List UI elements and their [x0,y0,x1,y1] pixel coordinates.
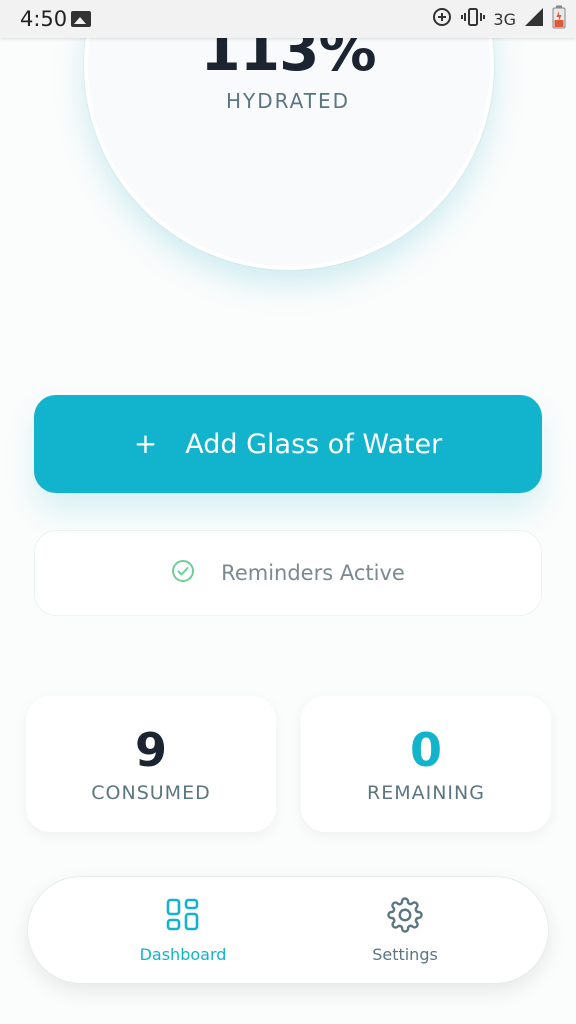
status-bar: 4:50 3G [0,0,576,38]
nav-item-dashboard[interactable]: Dashboard [108,897,258,964]
remaining-value: 0 [409,723,442,777]
check-circle-icon [171,559,195,587]
hydration-status-label: HYDRATED [225,89,351,113]
app-screen: 4:50 3G 113% HYDRATED + Add Glass of Wat… [0,0,576,1024]
bottom-nav: Dashboard Settings [27,876,549,984]
gear-icon [387,897,423,933]
network-type: 3G [493,9,516,29]
plus-icon: + [133,427,158,460]
image-icon [71,11,91,27]
reminders-label: Reminders Active [221,561,405,585]
remaining-card: 0 REMAINING [301,696,551,832]
consumed-label: CONSUMED [91,782,211,804]
nav-item-settings[interactable]: Settings [330,897,480,964]
nav-label-dashboard: Dashboard [139,945,227,964]
battery-low-icon [552,5,566,33]
reminders-status: Reminders Active [34,530,542,616]
add-glass-button[interactable]: + Add Glass of Water [34,395,542,493]
status-time: 4:50 [20,7,68,31]
signal-icon [524,7,544,31]
vibrate-icon [461,6,486,32]
nav-label-settings: Settings [372,945,438,964]
status-icons: 3G [431,5,566,33]
consumed-card: 9 CONSUMED [26,696,276,832]
data-saver-icon [431,6,453,32]
dashboard-grid-icon [165,897,201,933]
remaining-label: REMAINING [367,782,485,804]
add-glass-label: Add Glass of Water [185,428,443,460]
consumed-value: 9 [134,723,167,777]
